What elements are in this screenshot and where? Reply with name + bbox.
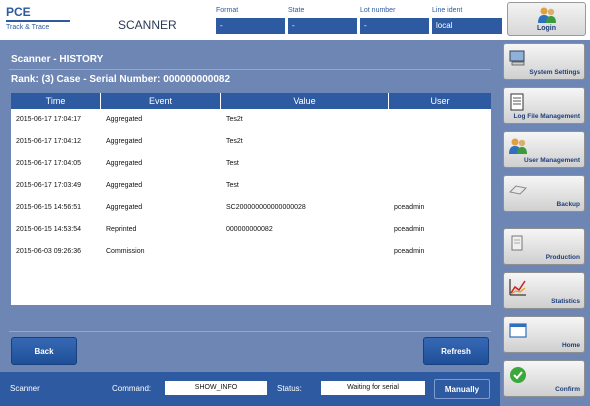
confirm-icon xyxy=(510,367,526,383)
format-field: Format - xyxy=(216,6,285,34)
production-icon xyxy=(511,235,523,251)
login-button[interactable]: Login xyxy=(507,2,586,36)
users-icon xyxy=(538,7,556,23)
brand-underline xyxy=(6,20,70,22)
mode-label: Scanner xyxy=(10,384,40,393)
status-value: Waiting for serial xyxy=(321,381,425,395)
login-label: Login xyxy=(536,25,557,32)
cell-time: 2015-06-17 17:04:12 xyxy=(16,138,81,145)
table-header: Time Event Value User xyxy=(11,93,491,109)
home-icon xyxy=(509,323,527,338)
confirm-button[interactable]: Confirm xyxy=(503,360,585,397)
computer-icon xyxy=(509,50,525,66)
table-row[interactable]: 2015-06-17 17:04:17 Aggregated Tes2t xyxy=(11,109,491,131)
users-icon xyxy=(509,138,527,154)
cell-event: Aggregated xyxy=(106,204,143,211)
title-divider xyxy=(9,69,491,70)
statistics-button[interactable]: Statistics xyxy=(503,272,585,309)
status-bar: Scanner Command: SHOW_INFO Status: Waiti… xyxy=(0,372,500,406)
table-row[interactable]: 2015-06-17 17:04:12 Aggregated Tes2t xyxy=(11,131,491,153)
table-row[interactable]: 2015-06-17 17:03:49 Aggregated Test xyxy=(11,175,491,197)
cell-value: Test xyxy=(226,182,239,189)
command-label: Command: xyxy=(112,384,152,393)
line-ident-value: local xyxy=(432,18,502,34)
cell-event: Aggregated xyxy=(106,138,143,145)
format-value: - xyxy=(216,18,285,34)
cell-time: 2015-06-15 14:56:51 xyxy=(16,204,81,211)
home-button[interactable]: Home xyxy=(503,316,585,353)
line-ident-field: Line ident local xyxy=(432,6,502,34)
cell-user: pceadmin xyxy=(394,248,425,255)
sidebar-item-label: User Management xyxy=(524,157,580,164)
sidebar-item-label: Home xyxy=(561,342,580,349)
system-settings-button[interactable]: System Settings xyxy=(503,43,585,80)
production-button[interactable]: Production xyxy=(503,228,585,265)
line-ident-label: Line ident xyxy=(432,7,463,14)
cell-value: Test xyxy=(226,160,239,167)
user-management-button[interactable]: User Management xyxy=(503,131,585,168)
app-title: SCANNER xyxy=(118,18,177,32)
cell-event: Reprinted xyxy=(106,226,137,233)
column-header-event: Event xyxy=(101,93,221,109)
backup-icon xyxy=(508,185,528,195)
sidebar-item-label: Production xyxy=(545,254,580,261)
cell-time: 2015-06-17 17:04:05 xyxy=(16,160,81,167)
main-panel: Scanner - HISTORY Rank: (3) Case - Seria… xyxy=(0,40,500,372)
state-label: State xyxy=(288,7,305,14)
status-label: Status: xyxy=(277,384,302,393)
brand-logo: PCE Track & Trace xyxy=(6,6,72,32)
lot-number-value: - xyxy=(360,18,429,34)
state-field: State - xyxy=(288,6,357,34)
back-button[interactable]: Back xyxy=(11,337,77,365)
format-label: Format xyxy=(216,7,239,14)
backup-button[interactable]: Backup xyxy=(503,175,585,212)
cell-value: Tes2t xyxy=(226,116,243,123)
cell-time: 2015-06-17 17:04:17 xyxy=(16,116,81,123)
cell-event: Aggregated xyxy=(106,160,143,167)
cell-event: Aggregated xyxy=(106,116,143,123)
table-row[interactable]: 2015-06-15 14:56:51 Aggregated SC200000000… xyxy=(11,197,491,219)
brand-name: PCE xyxy=(6,5,31,19)
history-table: Time Event Value User 2015-06-17 17:04:1… xyxy=(11,93,491,305)
sidebar-item-label: Log File Management xyxy=(513,113,580,120)
cell-time: 2015-06-03 09:26:36 xyxy=(16,248,81,255)
cell-value: SC200000000000000028 xyxy=(226,204,306,211)
lot-number-field: Lot number - xyxy=(360,6,429,34)
cell-value: 000000000082 xyxy=(226,226,273,233)
serial-subtitle: Rank: (3) Case - Serial Number: 00000000… xyxy=(11,74,231,85)
sidebar: System Settings Log File Management User… xyxy=(500,40,590,406)
table-row[interactable]: 2015-06-17 17:04:05 Aggregated Test xyxy=(11,153,491,175)
sidebar-item-label: System Settings xyxy=(529,69,580,76)
brand-subtitle: Track & Trace xyxy=(6,24,50,31)
manually-button[interactable]: Manually xyxy=(434,379,490,399)
table-row[interactable]: 2015-06-15 14:53:54 Reprinted 000000000082… xyxy=(11,219,491,241)
cell-event: Aggregated xyxy=(106,182,143,189)
state-value: - xyxy=(288,18,357,34)
lot-number-label: Lot number xyxy=(360,7,396,14)
log-file-icon xyxy=(510,93,524,111)
sidebar-item-label: Backup xyxy=(556,201,580,208)
command-value: SHOW_INFO xyxy=(165,381,267,395)
column-header-user: User xyxy=(430,96,450,106)
cell-value: Tes2t xyxy=(226,138,243,145)
cell-event: Commission xyxy=(106,248,145,255)
sidebar-item-label: Statistics xyxy=(551,298,580,305)
column-header-value: Value xyxy=(221,93,389,109)
cell-user: pceadmin xyxy=(394,226,425,233)
statistics-icon xyxy=(509,279,526,296)
log-file-management-button[interactable]: Log File Management xyxy=(503,87,585,124)
cell-time: 2015-06-17 17:03:49 xyxy=(16,182,81,189)
sidebar-item-label: Confirm xyxy=(555,386,580,393)
header-bar: PCE Track & Trace SCANNER Format - State… xyxy=(0,0,590,40)
table-row[interactable]: 2015-06-03 09:26:36 Commission pceadmin xyxy=(11,241,491,263)
column-header-time: Time xyxy=(11,93,101,109)
footer-divider xyxy=(9,331,491,332)
page-title: Scanner - HISTORY xyxy=(11,54,104,65)
refresh-button[interactable]: Refresh xyxy=(423,337,489,365)
cell-time: 2015-06-15 14:53:54 xyxy=(16,226,81,233)
cell-user: pceadmin xyxy=(394,204,425,211)
